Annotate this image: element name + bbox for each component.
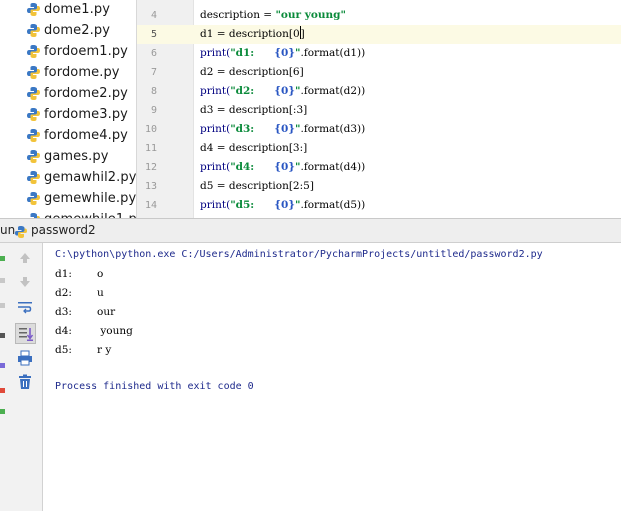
code-line[interactable]: print("d2: {0}".format(d2)): [200, 82, 365, 101]
console-output-value: our: [97, 306, 116, 318]
file-item[interactable]: gemewhile1.py: [26, 209, 136, 218]
file-item[interactable]: dome2.py: [26, 20, 136, 41]
file-item[interactable]: fordome.py: [26, 62, 136, 83]
file-item[interactable]: dome1.py: [26, 0, 136, 20]
python-file-icon: [26, 65, 41, 80]
file-name: fordome4.py: [44, 128, 128, 143]
code-line[interactable]: d3 = description[:3]: [200, 101, 307, 120]
line-number: 7: [150, 67, 157, 78]
print-icon[interactable]: [16, 349, 34, 367]
console-output-label: d4:: [55, 325, 72, 337]
file-item[interactable]: gemawhil2.py: [26, 167, 136, 188]
python-file-icon: [26, 170, 41, 185]
line-number: 10: [144, 124, 157, 135]
file-name: dome2.py: [44, 23, 111, 38]
trash-icon[interactable]: [16, 373, 34, 391]
console-output-label: d2:: [55, 287, 72, 299]
python-file-icon: [26, 107, 41, 122]
line-number: 8: [150, 86, 157, 97]
code-line[interactable]: d4 = description[3:]: [200, 139, 307, 158]
console-output-value: r y: [97, 344, 112, 356]
console-output-label: d5:: [55, 344, 72, 356]
line-number: 4: [150, 10, 157, 21]
code-line[interactable]: d5 = description[2:5]: [200, 177, 314, 196]
python-file-icon: [26, 2, 41, 17]
file-name: fordome2.py: [44, 86, 128, 101]
python-file-icon: [26, 128, 41, 143]
code-line[interactable]: d1 = description[0]: [200, 25, 305, 44]
file-name: fordoem1.py: [44, 44, 128, 59]
line-number: 5: [150, 29, 157, 40]
code-line[interactable]: print("d3: {0}".format(d3)): [200, 120, 365, 139]
python-file-icon: [26, 23, 41, 38]
file-item[interactable]: games.py: [26, 146, 136, 167]
line-number: 6: [150, 48, 157, 59]
scroll-to-end-icon[interactable]: [15, 323, 36, 344]
stop-edge-icon[interactable]: [0, 278, 5, 283]
code-line[interactable]: print("d4: {0}".format(d4)): [200, 158, 365, 177]
console-output-value: o: [97, 268, 104, 280]
console-command-line: C:\python\python.exe C:/Users/Administra…: [55, 249, 543, 260]
line-number: 9: [150, 105, 157, 116]
console-output-label: d1:: [55, 268, 72, 280]
line-number: 11: [144, 143, 157, 154]
file-item[interactable]: fordome2.py: [26, 83, 136, 104]
file-name: gemawhil2.py: [44, 170, 136, 185]
code-line[interactable]: description = "our young": [200, 6, 346, 25]
run-toolbar: [8, 243, 43, 511]
python-file-icon: [26, 44, 41, 59]
console-output-value: u: [97, 287, 104, 299]
run-config-tab[interactable]: password2: [31, 223, 96, 237]
code-line[interactable]: print("d5: {0}".format(d5)): [200, 196, 365, 215]
pin-edge-icon[interactable]: [0, 363, 5, 368]
run-window-title: un: [0, 223, 16, 237]
code-line[interactable]: print("d1: {0}".format(d1)): [200, 44, 365, 63]
run-tool-window-header: un password2: [0, 218, 621, 243]
help-edge-icon[interactable]: [0, 409, 5, 414]
restore-edge-icon[interactable]: [0, 333, 5, 338]
file-name: gemewhile.py: [44, 191, 136, 206]
file-name: games.py: [44, 149, 109, 164]
soft-wrap-icon[interactable]: [16, 298, 34, 316]
close-edge-icon[interactable]: [0, 388, 5, 393]
file-name: fordome3.py: [44, 107, 128, 122]
file-item[interactable]: fordome4.py: [26, 125, 136, 146]
console-output-value: young: [97, 325, 133, 337]
python-file-icon: [26, 149, 41, 164]
code-line[interactable]: d2 = description[6]: [200, 63, 304, 82]
python-file-icon: [26, 86, 41, 101]
python-file-icon: [26, 191, 41, 206]
line-number: 12: [144, 162, 157, 173]
rerun-edge-icon[interactable]: [0, 256, 5, 261]
file-item[interactable]: gemewhile.py: [26, 188, 136, 209]
console-output-label: d3:: [55, 306, 72, 318]
line-number: 14: [144, 200, 157, 211]
python-run-icon: [14, 224, 28, 238]
line-number: 13: [144, 181, 157, 192]
file-item[interactable]: fordome3.py: [26, 104, 136, 125]
down-arrow-icon[interactable]: [16, 273, 34, 291]
file-name: dome1.py: [44, 2, 111, 17]
up-arrow-icon[interactable]: [16, 249, 34, 267]
console-exit-message: Process finished with exit code 0: [55, 381, 254, 392]
file-item[interactable]: fordoem1.py: [26, 41, 136, 62]
file-name: fordome.py: [44, 65, 120, 80]
project-tree: dome1.py dome2.py fordoem1.py fordome.py for…: [0, 0, 136, 218]
layout-edge-icon[interactable]: [0, 303, 5, 308]
run-console[interactable]: [43, 243, 621, 511]
